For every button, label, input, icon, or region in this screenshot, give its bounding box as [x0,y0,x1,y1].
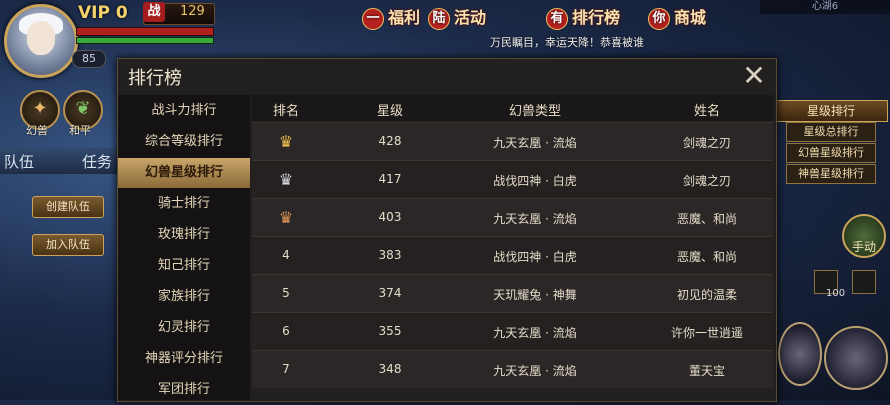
header-rank: 排名 [272,104,300,119]
player-avatar[interactable] [4,4,78,78]
panel-title: 排行榜 [128,68,182,89]
ranking-category-list: 战斗力排行 综合等级排行 幻兽星级排行 骑士排行 玫瑰排行 知己排行 家族排行 幻灵排行 神器评… [118,95,250,400]
star-cell: 374 [378,286,402,300]
menu-badge: 一 [362,7,384,30]
menu-welfare[interactable]: 一福利 [362,4,420,30]
beast-type-cell: 九天玄凰 · 流焰 [493,212,577,226]
table-row[interactable]: 6 355 九天玄凰 · 流焰 许你一世逍遥 [252,312,773,350]
hp-bar [76,27,214,36]
table-row[interactable]: 4 383 战伐四神 · 白虎 恶魔、和尚 [252,236,773,274]
beast-type-cell: 九天玄凰 · 流焰 [493,364,577,378]
team-task-tabs: 队伍 任务 [0,148,118,174]
beast-label: 幻兽 [26,124,48,137]
tab-task[interactable]: 任务 [82,151,112,172]
star-cell: 428 [378,134,402,148]
mp-bar [76,37,214,44]
table-row[interactable]: 5 374 天玑耀兔 · 神舞 初见的温柔 [252,274,773,312]
join-team-button[interactable]: 加入队伍 [32,234,104,256]
category-item[interactable]: 玫瑰排行 [118,220,250,250]
menu-shop[interactable]: 你商城 [648,4,706,30]
rank-type-dropdown[interactable]: 星级排行 [774,100,888,122]
menu-label: 商城 [674,8,707,27]
player-name-cell: 剑魂之刃 [682,136,732,150]
category-item[interactable]: 骑士排行 [118,189,250,219]
table-row[interactable]: ♛ 403 九天玄凰 · 流焰 恶魔、和尚 [252,198,773,236]
table-row[interactable]: ♛ 428 九天玄凰 · 流焰 剑魂之刃 [252,122,773,160]
table-header: 排名 星级 幻兽类型 姓名 [252,95,773,121]
peace-label: 和平 [69,124,91,137]
attack-skill-button[interactable] [824,326,888,390]
close-icon: ✕ [742,59,766,92]
bronze-crown-icon: ♛ [278,208,294,227]
category-item[interactable]: 幻灵排行 [118,313,250,343]
category-item[interactable]: 战斗力排行 [118,96,250,126]
broadcast-message: 万民瞩目，幸运天降！恭喜被谁 [490,36,644,49]
star-cell: 383 [378,248,402,262]
rank-option-total[interactable]: 星级总排行 [786,122,876,142]
peace-icon: ❦ [75,98,91,119]
menu-leaderboard[interactable]: 有排行榜 [546,4,620,30]
beast-type-cell: 战伐四神 · 白虎 [493,250,577,264]
close-button[interactable]: ✕ [740,62,768,91]
rank-cell: 5 [282,286,290,300]
menu-badge: 你 [648,7,670,30]
player-name-cell: 剑魂之刃 [682,174,732,188]
player-name-cell: 初见的温柔 [676,288,738,302]
avatar-face [27,21,55,55]
player-name-cell: 董天宝 [688,364,726,378]
menu-label: 活动 [454,8,487,27]
player-name-cell: 许你一世逍遥 [670,326,744,340]
rank-cell: 4 [282,248,290,262]
server-name: 心湖6 [760,0,890,14]
menu-badge: 有 [546,7,568,30]
beast-type-cell: 战伐四神 · 白虎 [493,174,577,188]
category-item[interactable]: 神器评分排行 [118,344,250,374]
rank-option-beast[interactable]: 幻兽星级排行 [786,143,876,163]
category-item[interactable]: 综合等级排行 [118,127,250,157]
category-item[interactable]: 幻兽星级排行 [118,158,250,188]
skill-button[interactable] [778,322,822,386]
star-cell: 355 [378,324,402,338]
fight-power-value: 129 [180,4,205,19]
star-cell: 417 [378,172,402,186]
player-level: 85 [72,50,106,68]
slot-count: 100 [826,288,846,299]
item-slot[interactable] [852,270,876,294]
category-item[interactable]: 家族排行 [118,282,250,312]
star-cell: 348 [378,362,402,376]
tab-team[interactable]: 队伍 [4,151,34,172]
beast-type-cell: 九天玄凰 · 流焰 [493,326,577,340]
rank-cell: 6 [282,324,290,338]
create-team-button[interactable]: 创建队伍 [32,196,104,218]
auto-battle-button[interactable]: 手动 [842,214,886,258]
menu-label: 福利 [388,8,421,27]
category-item[interactable]: 军团排行 [118,375,250,405]
gold-crown-icon: ♛ [278,132,294,151]
menu-activity[interactable]: 陆活动 [428,4,486,30]
player-name-cell: 恶魔、和尚 [676,250,738,264]
vip-level[interactable]: VIP 0 [78,3,128,23]
menu-label: 排行榜 [572,8,621,27]
header-name: 姓名 [693,104,721,119]
beast-icon: ✦ [32,98,48,119]
beast-type-cell: 天玑耀兔 · 神舞 [493,288,577,302]
header-star: 星级 [376,104,404,119]
menu-badge: 陆 [428,7,450,30]
player-name-cell: 恶魔、和尚 [676,212,738,226]
table-row[interactable]: ♛ 417 战伐四神 · 白虎 剑魂之刃 [252,160,773,198]
category-item[interactable]: 知己排行 [118,251,250,281]
beast-type-cell: 九天玄凰 · 流焰 [493,136,577,150]
fight-power-icon: 战 [143,2,165,22]
silver-crown-icon: ♛ [278,170,294,189]
rank-cell: 7 [282,362,290,376]
header-beast-type: 幻兽类型 [508,104,562,119]
star-cell: 403 [378,210,402,224]
table-row[interactable]: 7 348 九天玄凰 · 流焰 董天宝 [252,350,773,388]
rank-option-divine[interactable]: 神兽星级排行 [786,164,876,184]
